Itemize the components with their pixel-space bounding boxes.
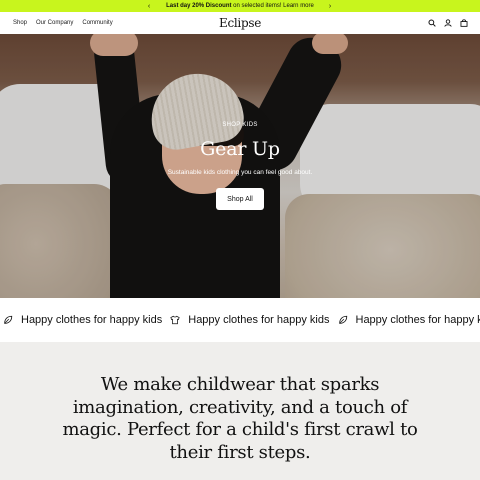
marquee-track: Happy clothes for happy kids Happy cloth…	[3, 298, 480, 342]
chevron-right-icon[interactable]: ›	[325, 0, 335, 12]
hero-subtitle: Sustainable kids clothing you can feel g…	[167, 169, 313, 176]
mission-statement: We make childwear that sparks imaginatio…	[62, 374, 418, 463]
leaf-icon	[3, 315, 13, 325]
main-nav: Shop Our Company Community	[13, 12, 113, 34]
leaf-icon	[338, 315, 348, 325]
announcement-text: on selected items! Learn more	[231, 3, 314, 9]
shop-all-button[interactable]: Shop All	[216, 188, 264, 210]
announcement-bold: Last day 20% Discount	[166, 3, 232, 9]
header-icons	[428, 12, 468, 34]
marquee-text: Happy clothes for happy kids	[188, 314, 330, 326]
hero-eyebrow: SHOP KIDS	[222, 122, 258, 128]
chevron-left-icon[interactable]: ‹	[144, 0, 154, 12]
account-icon[interactable]	[444, 19, 452, 27]
hero-banner: SHOP KIDS Gear Up Sustainable kids cloth…	[0, 34, 480, 298]
announcement-message[interactable]: Last day 20% Discount on selected items!…	[166, 3, 314, 9]
cart-icon[interactable]	[460, 19, 468, 27]
hero-title: Gear Up	[200, 138, 280, 160]
marquee-banner: Happy clothes for happy kids Happy cloth…	[0, 298, 480, 342]
search-icon[interactable]	[428, 19, 436, 27]
nav-item-our-company[interactable]: Our Company	[36, 20, 73, 26]
site-logo[interactable]: Eclipse	[219, 16, 261, 30]
marquee-text: Happy clothes for happy kids	[355, 314, 480, 326]
tshirt-icon	[170, 315, 180, 325]
site-header: Shop Our Company Community Eclipse	[0, 12, 480, 34]
marquee-text: Happy clothes for happy kids	[21, 314, 163, 326]
nav-item-shop[interactable]: Shop	[13, 20, 27, 26]
announcement-bar: ‹ Last day 20% Discount on selected item…	[0, 0, 480, 12]
nav-item-community[interactable]: Community	[82, 20, 112, 26]
mission-section: We make childwear that sparks imaginatio…	[0, 342, 480, 480]
